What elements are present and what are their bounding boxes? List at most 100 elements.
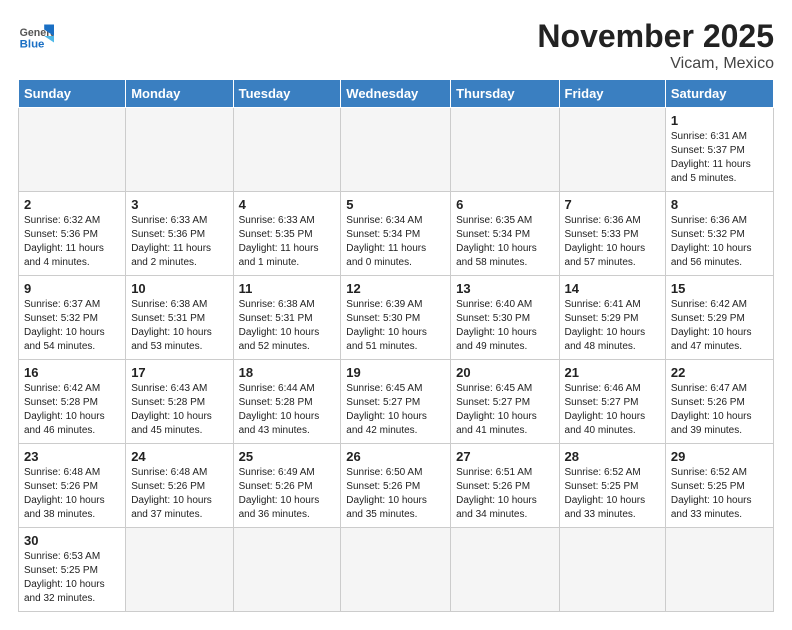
logo-icon: General Blue: [18, 18, 54, 54]
header-friday: Friday: [559, 80, 665, 108]
day-number: 17: [131, 365, 227, 380]
day-info: Sunrise: 6:49 AM Sunset: 5:26 PM Dayligh…: [239, 466, 336, 522]
calendar-cell: [126, 108, 233, 192]
header-sunday: Sunday: [19, 80, 126, 108]
calendar-header: Sunday Monday Tuesday Wednesday Thursday…: [19, 80, 774, 108]
day-number: 14: [565, 281, 660, 296]
day-info: Sunrise: 6:52 AM Sunset: 5:25 PM Dayligh…: [565, 466, 660, 522]
day-info: Sunrise: 6:44 AM Sunset: 5:28 PM Dayligh…: [239, 382, 336, 438]
calendar-cell: 29 Sunrise: 6:52 AM Sunset: 5:25 PM Dayli…: [665, 444, 773, 528]
calendar-cell: 1Sunrise: 6:31 AM Sunset: 5:37 PM Daylig…: [665, 108, 773, 192]
day-number: 4: [239, 197, 336, 212]
day-number: 18: [239, 365, 336, 380]
day-info: Sunrise: 6:42 AM Sunset: 5:29 PM Dayligh…: [671, 298, 768, 354]
calendar-cell: [559, 528, 665, 612]
day-number: 28: [565, 449, 660, 464]
day-number: 29: [671, 449, 768, 464]
header-tuesday: Tuesday: [233, 80, 341, 108]
day-number: 9: [24, 281, 120, 296]
header: General Blue November 2025 Vicam, Mexico: [18, 18, 774, 73]
day-info: Sunrise: 6:52 AM Sunset: 5:25 PM Dayligh…: [671, 466, 768, 522]
day-number: 19: [346, 365, 445, 380]
calendar-cell: 23Sunrise: 6:48 AM Sunset: 5:26 PM Dayli…: [19, 444, 126, 528]
day-number: 20: [456, 365, 553, 380]
day-info: Sunrise: 6:33 AM Sunset: 5:36 PM Dayligh…: [131, 214, 227, 270]
calendar-cell: 12 Sunrise: 6:39 AM Sunset: 5:30 PM Dayli…: [341, 276, 451, 360]
calendar-cell: 13 Sunrise: 6:40 AM Sunset: 5:30 PM Dayli…: [451, 276, 559, 360]
calendar-cell: 15 Sunrise: 6:42 AM Sunset: 5:29 PM Dayli…: [665, 276, 773, 360]
calendar-week-row: 1Sunrise: 6:31 AM Sunset: 5:37 PM Daylig…: [19, 108, 774, 192]
calendar-cell: 19Sunrise: 6:45 AM Sunset: 5:27 PM Dayli…: [341, 360, 451, 444]
logo: General Blue: [18, 18, 54, 54]
day-number: 23: [24, 449, 120, 464]
calendar-subtitle: Vicam, Mexico: [537, 55, 774, 73]
calendar-cell: 20 Sunrise: 6:45 AM Sunset: 5:27 PM Dayli…: [451, 360, 559, 444]
calendar-cell: 25 Sunrise: 6:49 AM Sunset: 5:26 PM Dayli…: [233, 444, 341, 528]
calendar-cell: [341, 528, 451, 612]
calendar-week-row: 16Sunrise: 6:42 AM Sunset: 5:28 PM Dayli…: [19, 360, 774, 444]
day-info: Sunrise: 6:43 AM Sunset: 5:28 PM Dayligh…: [131, 382, 227, 438]
weekday-header-row: Sunday Monday Tuesday Wednesday Thursday…: [19, 80, 774, 108]
day-info: Sunrise: 6:37 AM Sunset: 5:32 PM Dayligh…: [24, 298, 120, 354]
day-number: 1: [671, 113, 768, 128]
calendar-cell: 16Sunrise: 6:42 AM Sunset: 5:28 PM Dayli…: [19, 360, 126, 444]
day-number: 21: [565, 365, 660, 380]
day-number: 2: [24, 197, 120, 212]
calendar-week-row: 30Sunrise: 6:53 AM Sunset: 5:25 PM Dayli…: [19, 528, 774, 612]
day-number: 10: [131, 281, 227, 296]
calendar-cell: 26 Sunrise: 6:50 AM Sunset: 5:26 PM Dayli…: [341, 444, 451, 528]
calendar-cell: [19, 108, 126, 192]
calendar-cell: 3 Sunrise: 6:33 AM Sunset: 5:36 PM Daylig…: [126, 192, 233, 276]
day-number: 24: [131, 449, 227, 464]
calendar-body: 1Sunrise: 6:31 AM Sunset: 5:37 PM Daylig…: [19, 108, 774, 612]
calendar-cell: 7Sunrise: 6:36 AM Sunset: 5:33 PM Daylig…: [559, 192, 665, 276]
calendar-cell: 17 Sunrise: 6:43 AM Sunset: 5:28 PM Dayli…: [126, 360, 233, 444]
day-info: Sunrise: 6:39 AM Sunset: 5:30 PM Dayligh…: [346, 298, 445, 354]
calendar-cell: 6Sunrise: 6:35 AM Sunset: 5:34 PM Daylig…: [451, 192, 559, 276]
day-number: 3: [131, 197, 227, 212]
day-info: Sunrise: 6:33 AM Sunset: 5:35 PM Dayligh…: [239, 214, 336, 270]
day-number: 25: [239, 449, 336, 464]
title-block: November 2025 Vicam, Mexico: [537, 18, 774, 73]
calendar-cell: [559, 108, 665, 192]
day-info: Sunrise: 6:41 AM Sunset: 5:29 PM Dayligh…: [565, 298, 660, 354]
day-info: Sunrise: 6:35 AM Sunset: 5:34 PM Dayligh…: [456, 214, 553, 270]
day-info: Sunrise: 6:48 AM Sunset: 5:26 PM Dayligh…: [131, 466, 227, 522]
day-number: 26: [346, 449, 445, 464]
calendar-cell: 28 Sunrise: 6:52 AM Sunset: 5:25 PM Dayli…: [559, 444, 665, 528]
day-info: Sunrise: 6:50 AM Sunset: 5:26 PM Dayligh…: [346, 466, 445, 522]
calendar-cell: 10 Sunrise: 6:38 AM Sunset: 5:31 PM Dayli…: [126, 276, 233, 360]
day-number: 15: [671, 281, 768, 296]
day-info: Sunrise: 6:40 AM Sunset: 5:30 PM Dayligh…: [456, 298, 553, 354]
calendar-cell: [451, 528, 559, 612]
day-info: Sunrise: 6:36 AM Sunset: 5:33 PM Dayligh…: [565, 214, 660, 270]
calendar-week-row: 23 Sunrise: 6:48 AM Sunset: 5:26 PM Dayli…: [19, 444, 774, 528]
day-info: Sunrise: 6:38 AM Sunset: 5:31 PM Dayligh…: [131, 298, 227, 354]
calendar-week-row: 9 Sunrise: 6:37 AM Sunset: 5:32 PM Daylig…: [19, 276, 774, 360]
calendar-cell: [665, 528, 773, 612]
day-number: 8: [671, 197, 768, 212]
day-number: 13: [456, 281, 553, 296]
day-info: Sunrise: 6:45 AM Sunset: 5:27 PM Dayligh…: [456, 382, 553, 438]
calendar-cell: [341, 108, 451, 192]
calendar-page: General Blue November 2025 Vicam, Mexico…: [0, 0, 792, 630]
header-thursday: Thursday: [451, 80, 559, 108]
day-info: Sunrise: 6:36 AM Sunset: 5:32 PM Dayligh…: [671, 214, 768, 270]
calendar-table: Sunday Monday Tuesday Wednesday Thursday…: [18, 79, 774, 612]
calendar-cell: 24 Sunrise: 6:48 AM Sunset: 5:26 PM Dayli…: [126, 444, 233, 528]
calendar-cell: 14 Sunrise: 6:41 AM Sunset: 5:29 PM Dayli…: [559, 276, 665, 360]
header-monday: Monday: [126, 80, 233, 108]
day-number: 22: [671, 365, 768, 380]
day-number: 16: [24, 365, 120, 380]
svg-text:Blue: Blue: [20, 38, 45, 50]
calendar-cell: 2 Sunrise: 6:32 AM Sunset: 5:36 PM Daylig…: [19, 192, 126, 276]
day-number: 27: [456, 449, 553, 464]
day-info: Sunrise: 6:32 AM Sunset: 5:36 PM Dayligh…: [24, 214, 120, 270]
calendar-cell: 8 Sunrise: 6:36 AM Sunset: 5:32 PM Daylig…: [665, 192, 773, 276]
calendar-cell: 30Sunrise: 6:53 AM Sunset: 5:25 PM Dayli…: [19, 528, 126, 612]
day-info: Sunrise: 6:51 AM Sunset: 5:26 PM Dayligh…: [456, 466, 553, 522]
day-number: 12: [346, 281, 445, 296]
day-info: Sunrise: 6:38 AM Sunset: 5:31 PM Dayligh…: [239, 298, 336, 354]
calendar-cell: 9 Sunrise: 6:37 AM Sunset: 5:32 PM Daylig…: [19, 276, 126, 360]
calendar-title: November 2025: [537, 18, 774, 55]
